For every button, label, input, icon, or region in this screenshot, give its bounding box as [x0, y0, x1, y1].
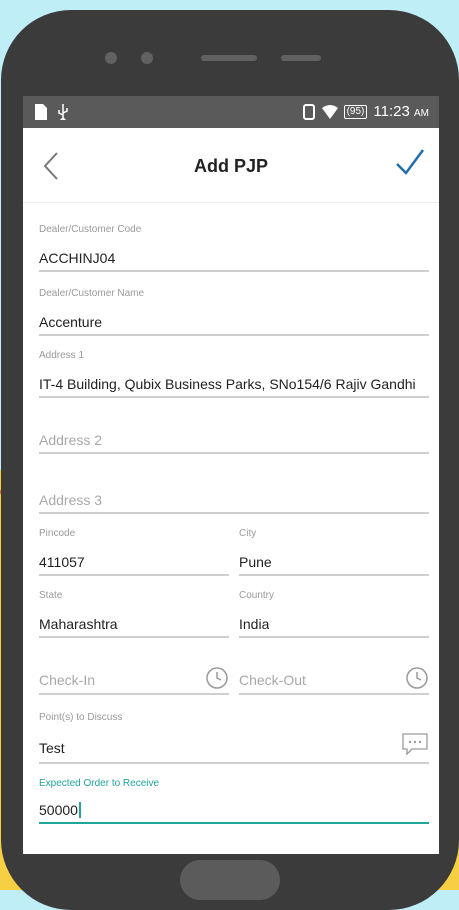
field-value: Test [39, 740, 65, 756]
field-value: Maharashtra [39, 616, 118, 632]
phone-frame: (95) 11:23 AM Add PJP Dealer/Customer Co… [1, 10, 459, 910]
wifi-icon [321, 104, 338, 119]
field-label: State [39, 590, 63, 601]
field-label: Country [239, 590, 275, 601]
field-value: 411057 [39, 554, 85, 570]
checkmark-icon[interactable] [395, 148, 425, 176]
field-underline [39, 270, 429, 272]
dealer-name-field[interactable]: Dealer/Customer Name Accenture [39, 288, 429, 336]
address2-field[interactable]: Address 2 [39, 430, 429, 454]
phone-sensor [105, 52, 117, 64]
phone-screen: (95) 11:23 AM Add PJP Dealer/Customer Co… [23, 96, 439, 854]
status-bar: (95) 11:23 AM [23, 96, 439, 128]
field-label: City [239, 528, 257, 539]
field-placeholder: Address 2 [39, 432, 103, 448]
field-label: Dealer/Customer Name [39, 288, 145, 299]
status-time: 11:23 AM [373, 103, 429, 120]
chat-bubble-icon[interactable] [401, 732, 429, 756]
page-title: Add PJP [193, 156, 268, 176]
field-placeholder: Check-Out [239, 672, 306, 688]
field-underline [39, 396, 429, 398]
field-underline [39, 334, 429, 336]
field-value: Pune [239, 554, 272, 570]
pincode-field[interactable]: Pincode 411057 [39, 528, 229, 576]
field-underline [39, 452, 429, 454]
field-underline [239, 693, 429, 695]
check-in-field[interactable]: Check-In [39, 664, 229, 695]
country-field[interactable]: Country India [239, 590, 429, 638]
field-underline [39, 762, 429, 764]
phone-speaker [201, 55, 257, 61]
check-out-field[interactable]: Check-Out [239, 664, 429, 695]
field-underline [39, 512, 429, 514]
points-to-discuss-field[interactable]: Point(s) to Discuss Test [39, 712, 429, 764]
field-value: Accenture [39, 314, 103, 330]
usb-icon [58, 104, 68, 120]
home-button[interactable] [180, 860, 280, 900]
field-underline [239, 636, 429, 638]
text-cursor [78, 802, 81, 818]
state-field[interactable]: State Maharashtra [39, 590, 229, 638]
field-placeholder: Address 3 [39, 492, 103, 508]
expected-order-field[interactable]: Expected Order to Receive 50000 [39, 778, 429, 824]
city-field[interactable]: City Pune [239, 528, 429, 576]
field-underline [39, 822, 429, 824]
field-value: India [239, 616, 270, 632]
field-placeholder: Check-In [39, 672, 96, 688]
field-label: Point(s) to Discuss [39, 712, 123, 723]
field-underline [39, 693, 229, 695]
field-label: Pincode [39, 528, 76, 539]
phone-camera [141, 52, 153, 64]
field-label: Expected Order to Receive [39, 778, 160, 789]
sim-icon [35, 104, 47, 120]
battery-icon: (95) [343, 104, 368, 119]
field-value: IT-4 Building, Qubix Business Parks, SNo… [39, 376, 416, 392]
field-label: Dealer/Customer Code [39, 224, 142, 235]
app-bar: Add PJP [23, 128, 439, 203]
address3-field[interactable]: Address 3 [39, 490, 429, 514]
field-underline [39, 574, 229, 576]
clock-icon[interactable] [405, 666, 429, 690]
field-value: ACCHINJ04 [39, 250, 116, 266]
dealer-code-field[interactable]: Dealer/Customer Code ACCHINJ04 [39, 224, 429, 272]
field-underline [39, 636, 229, 638]
phone-speaker-2 [281, 55, 321, 61]
address1-field[interactable]: Address 1 IT-4 Building, Qubix Business … [39, 350, 429, 398]
field-underline [239, 574, 429, 576]
clock-icon[interactable] [205, 666, 229, 690]
field-label: Address 1 [39, 350, 85, 361]
field-value: 50000 [39, 802, 81, 818]
vibrate-icon [302, 103, 315, 120]
